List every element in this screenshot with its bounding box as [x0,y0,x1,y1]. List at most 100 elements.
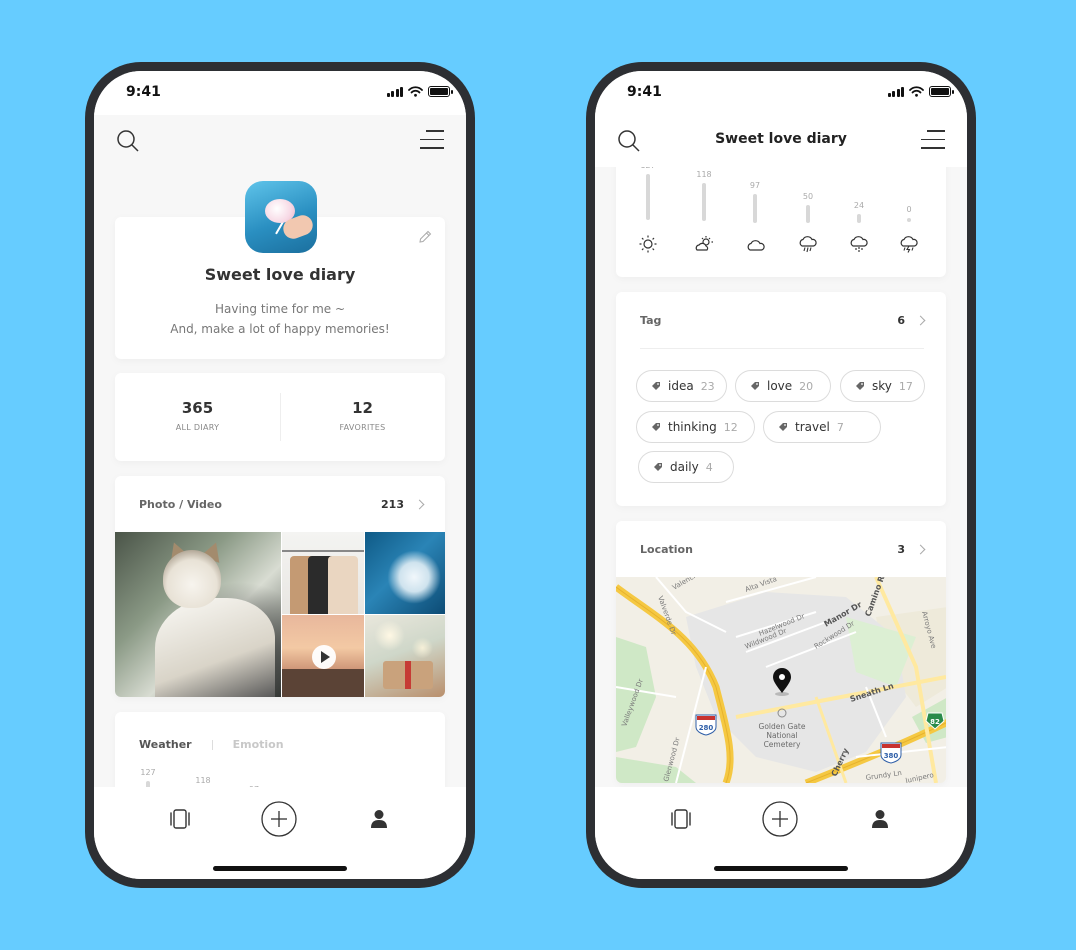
snow-icon [850,236,868,252]
nav-title: Sweet love diary [715,131,847,147]
cloud-icon [747,240,765,251]
map-graphic: Valencia Valverde Dr Alta Vista Hazelwoo… [616,577,946,783]
profile-button[interactable] [361,801,397,837]
tag-chip[interactable]: daily 4 [638,451,734,483]
battery-icon [428,86,453,97]
tag-chip[interactable]: sky 17 [840,370,925,402]
stat-all-diary[interactable]: 365 ALL DIARY [115,373,280,461]
phone-right: 9:41 Sweet love diary 127 118 97 50 24 0 [586,62,976,888]
tag-chip[interactable]: idea 23 [636,370,727,402]
tag-chip[interactable]: travel 7 [763,411,881,443]
diary-title: Sweet love diary [204,265,356,284]
chevron-right-icon [915,315,926,325]
tag-chip[interactable]: thinking 12 [636,411,755,443]
tag-chip[interactable]: love 20 [735,370,831,402]
tag-name: thinking [668,420,717,434]
status-bar: 9:41 [595,71,967,115]
tag-name: daily [670,460,699,474]
tab-weather[interactable]: Weather [139,738,192,751]
location-card: Location 3 Valencia Valverde Dr Alta Vis… [616,521,946,783]
plus-circle-icon [762,801,798,837]
shield-label: 280 [699,724,714,732]
tag-name: idea [668,379,694,393]
user-icon [872,810,888,828]
chevron-right-icon [414,499,425,509]
tag-header[interactable]: Tag 6 [640,292,926,348]
section-count: 3 [897,542,905,556]
add-diary-button[interactable] [762,801,798,837]
screen-left: 9:41 Sweet love diary Having time for me… [94,71,466,879]
search-icon[interactable] [116,129,140,153]
menu-icon[interactable] [420,130,444,152]
weather-bar: 50 [796,192,820,223]
tag-count: 20 [799,379,814,393]
diary-list-button[interactable] [663,801,699,837]
profile-button[interactable] [862,801,898,837]
cards-icon [170,809,190,829]
top-bar [94,115,466,167]
status-icons [887,86,954,97]
tag-count: 12 [723,420,738,434]
wifi-icon [909,86,924,97]
tag-name: travel [795,420,830,434]
tag-icon [654,463,662,471]
highway-shield-380: 380 [880,742,902,764]
photo-sea[interactable] [365,532,445,614]
section-title: Photo / Video [139,497,222,511]
tag-icon [652,382,660,390]
photo-gift[interactable] [365,615,445,697]
home-indicator [714,866,848,871]
tag-count: 7 [836,420,844,434]
stat-favorites[interactable]: 12 FAVORITES [280,373,445,461]
sun-icon [639,235,657,253]
menu-icon[interactable] [921,130,945,152]
play-icon[interactable] [312,645,336,669]
bottom-tab-bar [595,787,967,879]
divider [640,348,924,349]
tag-count: 23 [700,379,715,393]
bar-value: 118 [195,776,211,785]
photo-video-header[interactable]: Photo / Video 213 [139,476,425,532]
section-title: Location [640,542,693,556]
stat-value: 12 [352,399,373,417]
screen-right: 9:41 Sweet love diary 127 118 97 50 24 0 [595,71,967,879]
tab-emotion[interactable]: Emotion [233,738,284,751]
photo-grid [115,532,445,697]
add-diary-button[interactable] [261,801,297,837]
section-count: 6 [897,313,905,327]
diary-cover-avatar[interactable] [245,181,317,253]
photo-cat[interactable] [115,532,281,697]
location-map[interactable]: Valencia Valverde Dr Alta Vista Hazelwoo… [616,577,946,783]
tag-name: sky [872,379,892,393]
thunder-icon [900,236,918,253]
diary-description-line: And, make a lot of happy memories! [170,322,390,336]
user-icon [371,810,387,828]
tag-count: 17 [898,379,913,393]
highway-shield-280: 280 [695,714,717,736]
top-bar: Sweet love diary [595,115,967,167]
weather-emotion-tabs: Weather Emotion [139,738,284,751]
tag-icon [751,382,759,390]
wifi-icon [408,86,423,97]
photo-sunset-video[interactable] [282,615,364,697]
battery-icon [929,86,954,97]
rain-icon [799,236,817,253]
photo-clothes[interactable] [282,532,364,614]
tag-icon [856,382,864,390]
diary-description-line: Having time for me ~ [214,302,346,316]
weather-bar: 118 [692,170,716,221]
bar-value: 0 [906,205,912,214]
signal-icon [887,86,904,97]
bar-value: 50 [802,192,814,201]
pencil-icon[interactable] [417,229,433,245]
stats-card: 365 ALL DIARY 12 FAVORITES [115,373,445,461]
diary-list-button[interactable] [162,801,198,837]
section-title: Tag [640,313,662,327]
bar-value: 118 [696,170,712,179]
cards-icon [671,809,691,829]
map-label: Cemetery [764,740,801,749]
map-label: National [766,731,797,740]
home-indicator [213,866,347,871]
tag-count: 4 [705,460,713,474]
location-header[interactable]: Location 3 [640,521,926,577]
